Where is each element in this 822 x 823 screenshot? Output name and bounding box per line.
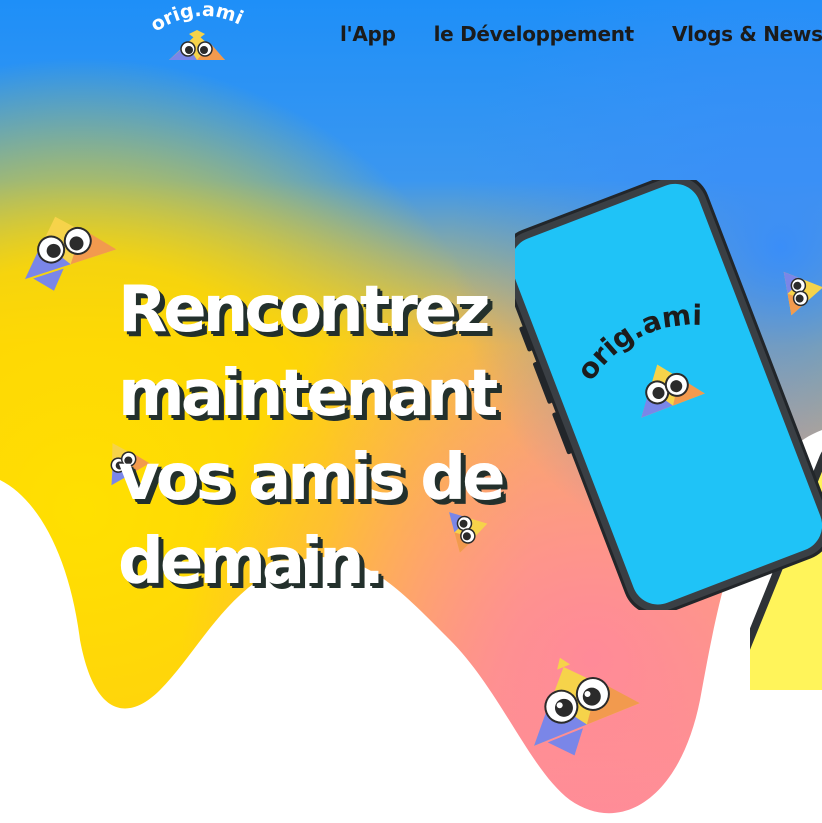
hero-section: orig.ami l'App le Développement Vlogs & Ne… [0,0,822,823]
nav-link-development[interactable]: le Développement [434,22,635,46]
nav-link-vlogs-news[interactable]: Vlogs & News [672,22,822,46]
nav-link-app[interactable]: l'App [340,22,396,46]
top-navigation: orig.ami l'App le Développement Vlogs & Ne… [0,0,822,76]
hero-title: Rencontrez maintenant vos amis de demain… [118,273,505,599]
nav-links: l'App le Développement Vlogs & News [340,22,822,46]
phone-mockup-main: orig.ami [515,180,822,610]
origami-owl-icon [534,657,640,756]
origami-owl-icon [24,216,117,291]
brand-logo[interactable]: orig.ami [145,0,255,70]
origami-owl-icon [169,30,225,60]
